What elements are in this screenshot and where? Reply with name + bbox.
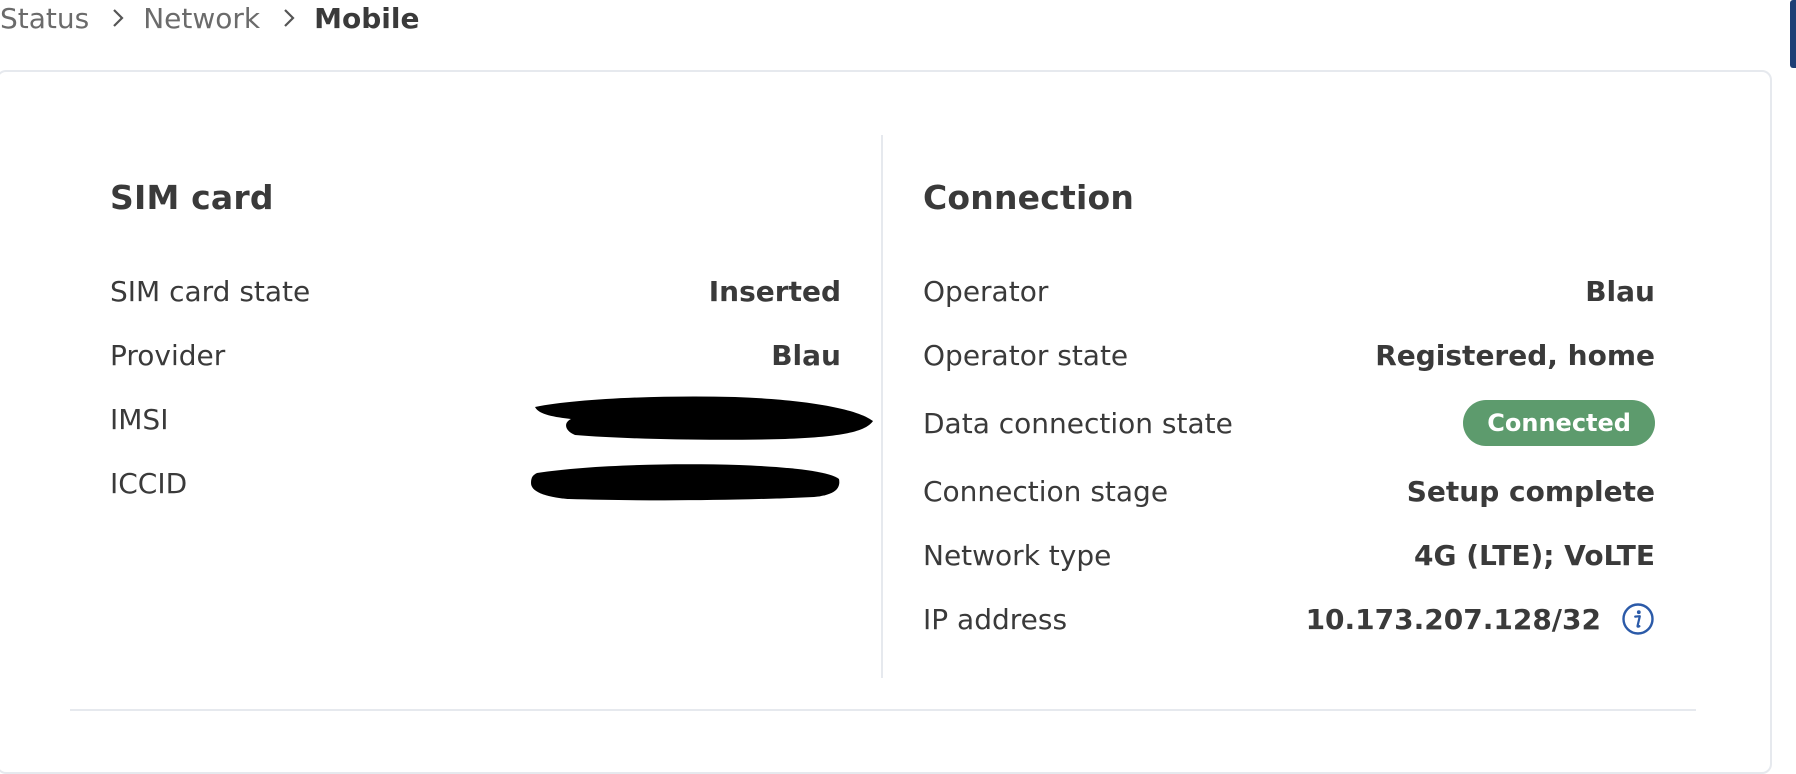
ip-address-row: IP address 10.173.207.128/32 — [923, 593, 1655, 645]
provider-value: Blau — [771, 338, 841, 372]
imsi-redaction — [535, 396, 873, 440]
breadcrumb: Status Network Mobile — [0, 0, 419, 36]
operator-row: Operator Blau — [923, 265, 1655, 317]
ip-address-value: 10.173.207.128/32 — [1305, 602, 1601, 636]
connected-status-badge: Connected — [1463, 400, 1655, 446]
data-connection-state-label: Data connection state — [923, 406, 1233, 440]
sim-card-state-label: SIM card state — [110, 274, 311, 308]
connection-title: Connection — [923, 178, 1135, 217]
breadcrumb-network[interactable]: Network — [143, 2, 260, 35]
imsi-row: IMSI — [110, 393, 875, 445]
network-type-value: 4G (LTE); VoLTE — [1414, 538, 1655, 572]
operator-state-value: Registered, home — [1375, 338, 1655, 372]
operator-state-row: Operator state Registered, home — [923, 329, 1655, 381]
iccid-row: ICCID — [110, 457, 841, 509]
sim-card-title: SIM card — [110, 178, 274, 217]
chevron-right-icon — [113, 9, 124, 27]
chevron-right-icon — [284, 9, 295, 27]
provider-row: Provider Blau — [110, 329, 841, 381]
network-type-row: Network type 4G (LTE); VoLTE — [923, 529, 1655, 581]
ip-address-value-group: 10.173.207.128/32 — [1306, 602, 1655, 636]
sim-card-state-value: Inserted — [708, 274, 841, 308]
info-icon[interactable] — [1621, 602, 1655, 636]
sim-card-state-row: SIM card state Inserted — [110, 265, 841, 317]
ip-address-label: IP address — [923, 602, 1068, 636]
operator-value: Blau — [1585, 274, 1655, 308]
network-type-label: Network type — [923, 538, 1112, 572]
operator-label: Operator — [923, 274, 1049, 308]
connection-stage-row: Connection stage Setup complete — [923, 465, 1655, 517]
breadcrumb-mobile: Mobile — [314, 1, 420, 35]
connection-stage-value: Setup complete — [1406, 474, 1655, 508]
operator-state-label: Operator state — [923, 338, 1129, 372]
breadcrumb-status[interactable]: Status — [0, 2, 89, 35]
column-divider — [881, 135, 883, 678]
connection-stage-label: Connection stage — [923, 474, 1169, 508]
data-connection-state-row: Data connection state Connected — [923, 397, 1655, 449]
right-edge-accent — [1790, 0, 1796, 68]
provider-label: Provider — [110, 338, 226, 372]
iccid-label: ICCID — [110, 466, 188, 500]
iccid-redaction — [531, 464, 840, 501]
bottom-divider — [70, 709, 1696, 711]
imsi-label: IMSI — [110, 402, 169, 436]
